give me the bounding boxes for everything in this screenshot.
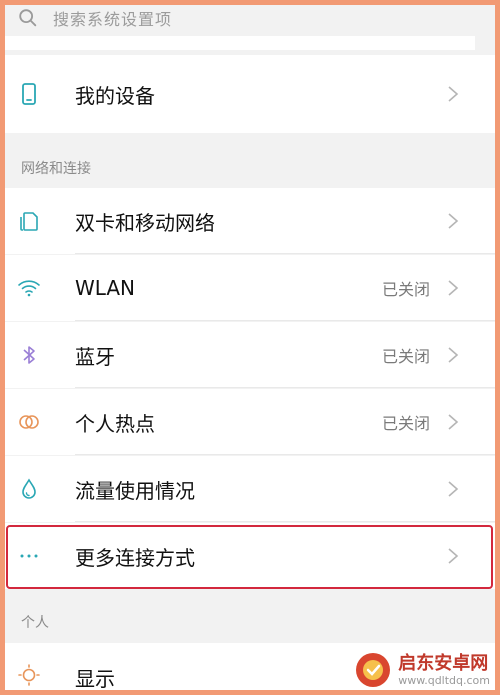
chevron-right-icon (448, 481, 459, 497)
personal-section-title: 个人 (21, 615, 49, 631)
chevron-right-icon (448, 280, 459, 296)
personal-section-header: 个人 (5, 589, 495, 643)
my-device-label: 我的设备 (75, 83, 155, 108)
search-bar[interactable]: 搜索系统设置项 (5, 0, 470, 36)
bluetooth-label: 蓝牙 (75, 344, 115, 369)
brightness-icon (18, 664, 40, 687)
dual-sim-icon (20, 212, 38, 231)
network-item-dual-sim[interactable]: 双卡和移动网络 (5, 188, 495, 254)
watermark: 启东安卓网 www.qdltdq.com (354, 651, 490, 689)
dual-sim-label: 双卡和移动网络 (75, 210, 215, 235)
display-label: 显示 (75, 667, 115, 691)
hotspot-status: 已关闭 (381, 414, 430, 433)
data-usage-icon (22, 478, 36, 499)
divider (75, 320, 495, 321)
phone-icon (22, 83, 36, 105)
wifi-icon (18, 280, 40, 297)
hotspot-label: 个人热点 (75, 411, 155, 436)
divider (75, 521, 495, 522)
data-usage-label: 流量使用情况 (75, 478, 195, 503)
network-section-title: 网络和连接 (21, 161, 91, 177)
network-item-data-usage[interactable]: 流量使用情况 (5, 456, 495, 522)
bluetooth-status: 已关闭 (381, 347, 430, 366)
watermark-url: www.qdltdq.com (398, 673, 490, 687)
network-section-header: 网络和连接 (5, 133, 495, 188)
network-item-wlan[interactable]: WLAN 已关闭 (5, 255, 495, 321)
network-item-bluetooth[interactable]: 蓝牙 已关闭 (5, 322, 495, 388)
chevron-right-icon (448, 347, 459, 363)
chevron-right-icon (448, 86, 459, 102)
top-spacer (5, 36, 475, 50)
bluetooth-icon (23, 346, 35, 364)
hotspot-icon (19, 415, 39, 429)
divider (75, 253, 495, 254)
search-placeholder: 搜索系统设置项 (53, 10, 173, 29)
watermark-name: 启东安卓网 (398, 652, 489, 674)
wlan-label: WLAN (75, 276, 136, 300)
wlan-status: 已关闭 (381, 280, 430, 299)
watermark-logo-icon (356, 653, 391, 687)
chevron-right-icon (448, 213, 459, 229)
highlight-box (6, 525, 493, 589)
my-device-item[interactable]: 我的设备 (5, 55, 495, 133)
search-icon (19, 9, 37, 27)
network-item-hotspot[interactable]: 个人热点 已关闭 (5, 389, 495, 455)
divider (75, 387, 495, 388)
chevron-right-icon (448, 414, 459, 430)
divider (75, 454, 495, 455)
